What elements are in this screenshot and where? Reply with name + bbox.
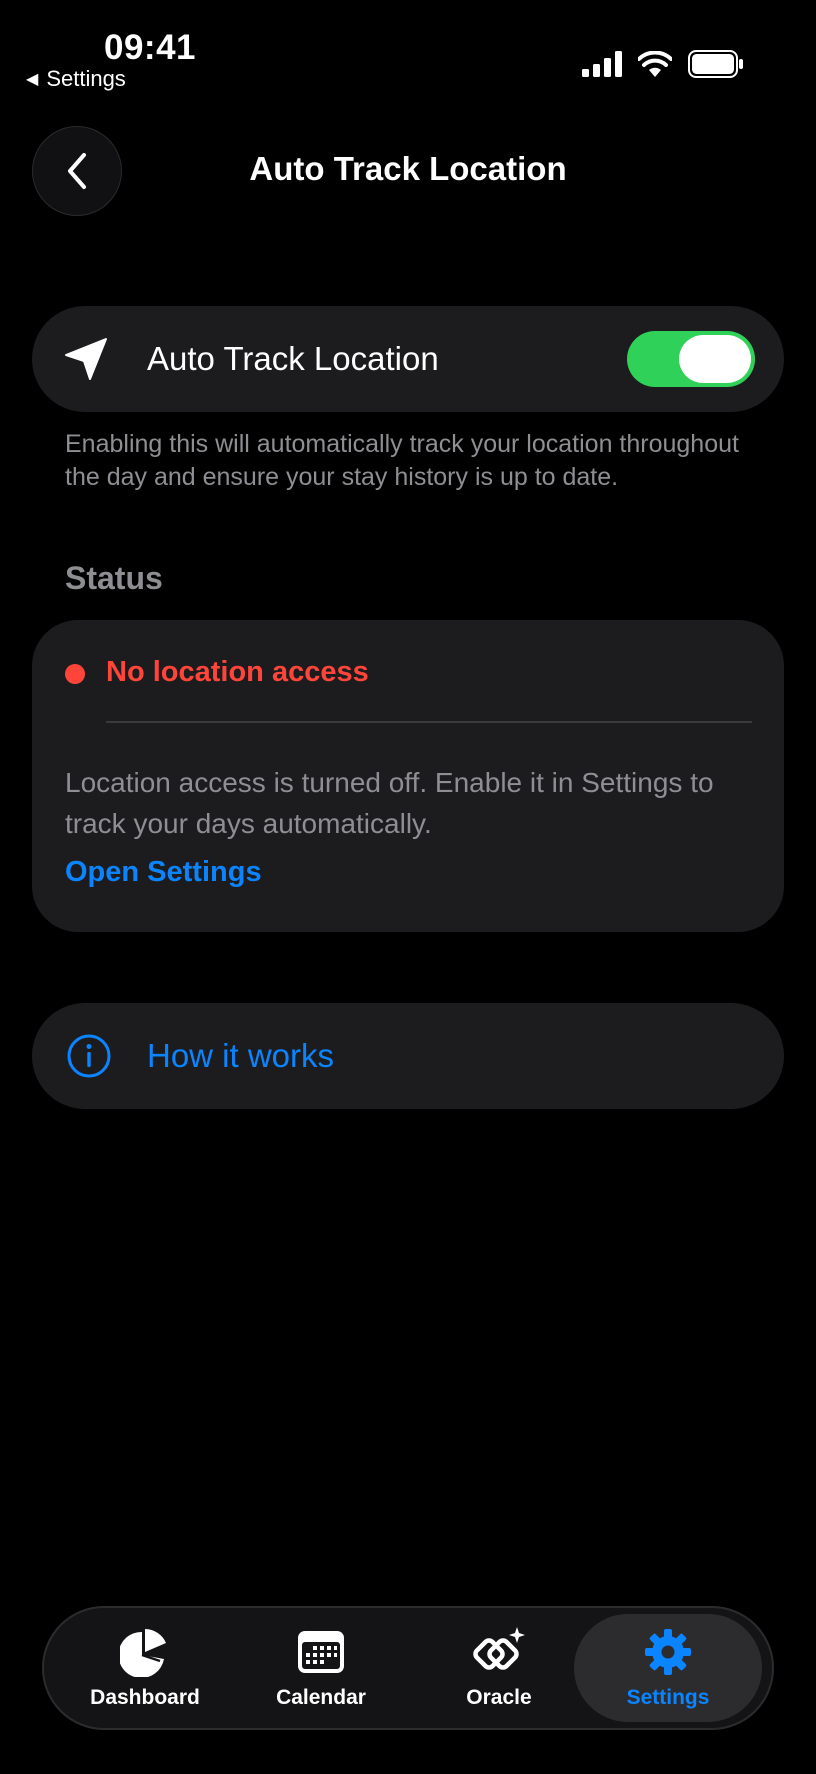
oracle-icon: [472, 1626, 526, 1678]
tab-settings[interactable]: Settings: [574, 1614, 762, 1722]
status-back-to-app[interactable]: ◀ Settings: [26, 66, 126, 92]
status-detail: Location access is turned off. Enable it…: [65, 767, 714, 839]
tab-label: Oracle: [466, 1686, 532, 1709]
status-message: No location access: [106, 656, 369, 688]
how-it-works-label: How it works: [147, 1037, 335, 1074]
gear-icon: [643, 1626, 693, 1678]
auto-track-label: Auto Track Location: [147, 340, 439, 377]
auto-track-description: Enabling this will automatically track y…: [65, 430, 739, 491]
status-dot-icon: [65, 664, 85, 684]
how-it-works-row[interactable]: How it works: [32, 1003, 784, 1109]
calendar-icon: [297, 1626, 345, 1678]
page-title: Auto Track Location: [249, 150, 567, 187]
tab-label: Dashboard: [90, 1686, 200, 1709]
tab-label: Settings: [626, 1686, 710, 1709]
tab-dashboard[interactable]: Dashboard: [90, 1608, 200, 1728]
tab-label: Calendar: [276, 1686, 366, 1709]
tab-bar: Dashboard Calendar Oracle Settings: [42, 1606, 774, 1730]
battery-icon: [688, 50, 743, 78]
pie-chart-icon: [120, 1626, 170, 1678]
switch-knob: [679, 335, 751, 383]
auto-track-switch[interactable]: [627, 331, 755, 387]
status-card: No location access Location access is tu…: [32, 620, 784, 932]
wifi-icon: [638, 51, 672, 77]
divider: [106, 721, 752, 723]
open-settings-link[interactable]: Open Settings: [65, 856, 262, 889]
auto-track-toggle-row[interactable]: Auto Track Location: [32, 306, 784, 412]
status-indicators: [582, 50, 744, 78]
tab-oracle[interactable]: Oracle: [444, 1608, 554, 1728]
location-arrow-icon: [65, 338, 107, 380]
status-time: 09:41: [104, 28, 197, 67]
status-section-title: Status: [65, 560, 163, 596]
status-back-label: Settings: [46, 66, 126, 91]
screen: 09:41 ◀ Settings Auto Track Location Aut…: [0, 0, 816, 1774]
tab-calendar[interactable]: Calendar: [266, 1608, 376, 1728]
cellular-signal-icon: [582, 51, 622, 77]
info-icon: [67, 1034, 111, 1078]
back-triangle-icon: ◀: [26, 71, 39, 88]
